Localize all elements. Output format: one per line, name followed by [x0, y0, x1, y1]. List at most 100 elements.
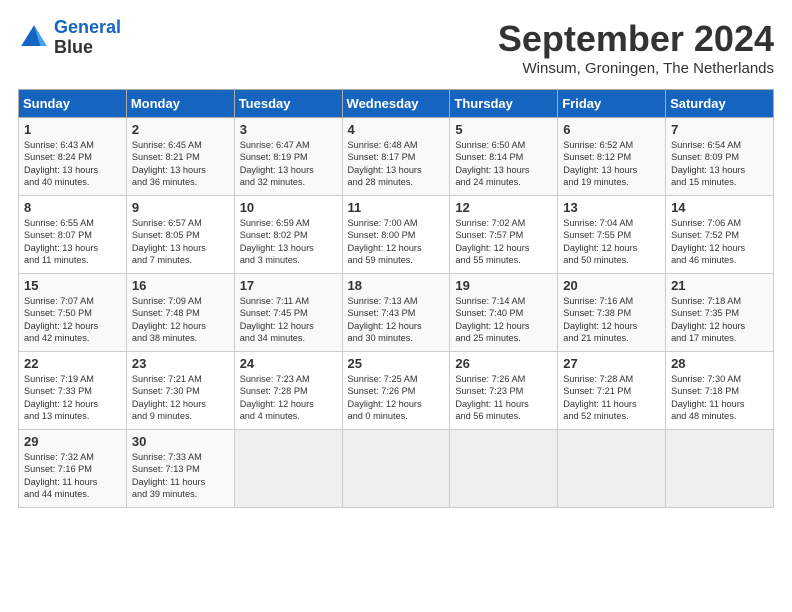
day-number: 14	[671, 200, 768, 215]
day-info: Sunrise: 7:11 AM Sunset: 7:45 PM Dayligh…	[240, 295, 337, 345]
calendar-cell: 10Sunrise: 6:59 AM Sunset: 8:02 PM Dayli…	[234, 196, 342, 274]
calendar-cell: 1 Sunrise: 6:43 AM Sunset: 8:24 PM Daylig…	[19, 118, 127, 196]
day-info: Sunrise: 6:45 AM Sunset: 8:21 PM Dayligh…	[132, 139, 229, 189]
day-info: Sunrise: 7:09 AM Sunset: 7:48 PM Dayligh…	[132, 295, 229, 345]
day-number: 8	[24, 200, 121, 215]
location: Winsum, Groningen, The Netherlands	[498, 60, 774, 77]
day-number: 11	[348, 200, 445, 215]
day-info: Sunrise: 6:52 AM Sunset: 8:12 PM Dayligh…	[563, 139, 660, 189]
calendar-cell	[234, 430, 342, 508]
calendar-header-row: SundayMondayTuesdayWednesdayThursdayFrid…	[19, 90, 774, 118]
day-info: Sunrise: 7:06 AM Sunset: 7:52 PM Dayligh…	[671, 217, 768, 267]
calendar-cell: 4 Sunrise: 6:48 AM Sunset: 8:17 PM Daylig…	[342, 118, 450, 196]
day-info: Sunrise: 6:57 AM Sunset: 8:05 PM Dayligh…	[132, 217, 229, 267]
calendar-week-row: 8Sunrise: 6:55 AM Sunset: 8:07 PM Daylig…	[19, 196, 774, 274]
calendar-cell: 13Sunrise: 7:04 AM Sunset: 7:55 PM Dayli…	[558, 196, 666, 274]
day-number: 9	[132, 200, 229, 215]
calendar-cell: 5Sunrise: 6:50 AM Sunset: 8:14 PM Daylig…	[450, 118, 558, 196]
logo-icon	[18, 22, 50, 54]
calendar-cell: 24 Sunrise: 7:23 AM Sunset: 7:28 PM Dayli…	[234, 352, 342, 430]
day-info: Sunrise: 7:23 AM Sunset: 7:28 PM Dayligh…	[240, 373, 337, 423]
day-info: Sunrise: 7:33 AM Sunset: 7:13 PM Dayligh…	[132, 451, 229, 501]
day-info: Sunrise: 6:43 AM Sunset: 8:24 PM Dayligh…	[24, 139, 121, 189]
day-number: 6	[563, 122, 660, 137]
day-number: 18	[348, 278, 445, 293]
day-number: 30	[132, 434, 229, 449]
calendar-week-row: 29 Sunrise: 7:32 AM Sunset: 7:16 PM Dayli…	[19, 430, 774, 508]
calendar-cell	[666, 430, 774, 508]
day-number: 4	[348, 122, 445, 137]
calendar-cell	[558, 430, 666, 508]
calendar-table: SundayMondayTuesdayWednesdayThursdayFrid…	[18, 89, 774, 508]
calendar-cell: 20Sunrise: 7:16 AM Sunset: 7:38 PM Dayli…	[558, 274, 666, 352]
calendar-cell: 19 Sunrise: 7:14 AM Sunset: 7:40 PM Dayli…	[450, 274, 558, 352]
day-info: Sunrise: 6:54 AM Sunset: 8:09 PM Dayligh…	[671, 139, 768, 189]
day-number: 25	[348, 356, 445, 371]
day-number: 1	[24, 122, 121, 137]
calendar-cell: 27 Sunrise: 7:28 AM Sunset: 7:21 PM Dayli…	[558, 352, 666, 430]
day-number: 22	[24, 356, 121, 371]
calendar-cell: 28 Sunrise: 7:30 AM Sunset: 7:18 PM Dayli…	[666, 352, 774, 430]
calendar-body: 1 Sunrise: 6:43 AM Sunset: 8:24 PM Daylig…	[19, 118, 774, 508]
day-number: 2	[132, 122, 229, 137]
month-title: September 2024	[498, 18, 774, 60]
calendar-cell: 9 Sunrise: 6:57 AM Sunset: 8:05 PM Daylig…	[126, 196, 234, 274]
day-info: Sunrise: 7:30 AM Sunset: 7:18 PM Dayligh…	[671, 373, 768, 423]
calendar-cell: 6 Sunrise: 6:52 AM Sunset: 8:12 PM Daylig…	[558, 118, 666, 196]
day-number: 27	[563, 356, 660, 371]
calendar-week-row: 22 Sunrise: 7:19 AM Sunset: 7:33 PM Dayli…	[19, 352, 774, 430]
day-number: 23	[132, 356, 229, 371]
calendar-cell	[450, 430, 558, 508]
calendar-cell: 26Sunrise: 7:26 AM Sunset: 7:23 PM Dayli…	[450, 352, 558, 430]
calendar-week-row: 1 Sunrise: 6:43 AM Sunset: 8:24 PM Daylig…	[19, 118, 774, 196]
day-info: Sunrise: 7:26 AM Sunset: 7:23 PM Dayligh…	[455, 373, 552, 423]
day-info: Sunrise: 7:19 AM Sunset: 7:33 PM Dayligh…	[24, 373, 121, 423]
day-number: 7	[671, 122, 768, 137]
calendar-cell: 3 Sunrise: 6:47 AM Sunset: 8:19 PM Daylig…	[234, 118, 342, 196]
calendar-cell: 8Sunrise: 6:55 AM Sunset: 8:07 PM Daylig…	[19, 196, 127, 274]
calendar-cell	[342, 430, 450, 508]
day-info: Sunrise: 7:00 AM Sunset: 8:00 PM Dayligh…	[348, 217, 445, 267]
header: General Blue September 2024 Winsum, Gron…	[18, 18, 774, 77]
day-number: 17	[240, 278, 337, 293]
day-number: 13	[563, 200, 660, 215]
calendar-cell: 22 Sunrise: 7:19 AM Sunset: 7:33 PM Dayli…	[19, 352, 127, 430]
calendar-cell: 2 Sunrise: 6:45 AM Sunset: 8:21 PM Daylig…	[126, 118, 234, 196]
calendar-cell: 23 Sunrise: 7:21 AM Sunset: 7:30 PM Dayli…	[126, 352, 234, 430]
day-number: 3	[240, 122, 337, 137]
day-info: Sunrise: 7:02 AM Sunset: 7:57 PM Dayligh…	[455, 217, 552, 267]
day-number: 15	[24, 278, 121, 293]
calendar-cell: 18 Sunrise: 7:13 AM Sunset: 7:43 PM Dayli…	[342, 274, 450, 352]
day-info: Sunrise: 7:13 AM Sunset: 7:43 PM Dayligh…	[348, 295, 445, 345]
calendar-cell: 17 Sunrise: 7:11 AM Sunset: 7:45 PM Dayli…	[234, 274, 342, 352]
calendar-header-cell: Sunday	[19, 90, 127, 118]
day-info: Sunrise: 6:48 AM Sunset: 8:17 PM Dayligh…	[348, 139, 445, 189]
calendar-cell: 21Sunrise: 7:18 AM Sunset: 7:35 PM Dayli…	[666, 274, 774, 352]
logo-text: General Blue	[54, 18, 121, 58]
day-number: 24	[240, 356, 337, 371]
day-number: 5	[455, 122, 552, 137]
day-number: 19	[455, 278, 552, 293]
calendar-cell: 7 Sunrise: 6:54 AM Sunset: 8:09 PM Daylig…	[666, 118, 774, 196]
calendar-header-cell: Friday	[558, 90, 666, 118]
calendar-cell: 11 Sunrise: 7:00 AM Sunset: 8:00 PM Dayli…	[342, 196, 450, 274]
calendar-header-cell: Thursday	[450, 90, 558, 118]
day-number: 16	[132, 278, 229, 293]
calendar-week-row: 15 Sunrise: 7:07 AM Sunset: 7:50 PM Dayli…	[19, 274, 774, 352]
day-info: Sunrise: 7:28 AM Sunset: 7:21 PM Dayligh…	[563, 373, 660, 423]
day-info: Sunrise: 7:14 AM Sunset: 7:40 PM Dayligh…	[455, 295, 552, 345]
day-number: 28	[671, 356, 768, 371]
day-info: Sunrise: 7:32 AM Sunset: 7:16 PM Dayligh…	[24, 451, 121, 501]
day-number: 29	[24, 434, 121, 449]
logo: General Blue	[18, 18, 121, 58]
day-info: Sunrise: 7:18 AM Sunset: 7:35 PM Dayligh…	[671, 295, 768, 345]
day-info: Sunrise: 7:07 AM Sunset: 7:50 PM Dayligh…	[24, 295, 121, 345]
calendar-header-cell: Wednesday	[342, 90, 450, 118]
day-info: Sunrise: 7:16 AM Sunset: 7:38 PM Dayligh…	[563, 295, 660, 345]
title-block: September 2024 Winsum, Groningen, The Ne…	[498, 18, 774, 77]
day-info: Sunrise: 6:47 AM Sunset: 8:19 PM Dayligh…	[240, 139, 337, 189]
calendar-cell: 25Sunrise: 7:25 AM Sunset: 7:26 PM Dayli…	[342, 352, 450, 430]
day-info: Sunrise: 7:21 AM Sunset: 7:30 PM Dayligh…	[132, 373, 229, 423]
calendar-cell: 16 Sunrise: 7:09 AM Sunset: 7:48 PM Dayli…	[126, 274, 234, 352]
calendar-cell: 29 Sunrise: 7:32 AM Sunset: 7:16 PM Dayli…	[19, 430, 127, 508]
